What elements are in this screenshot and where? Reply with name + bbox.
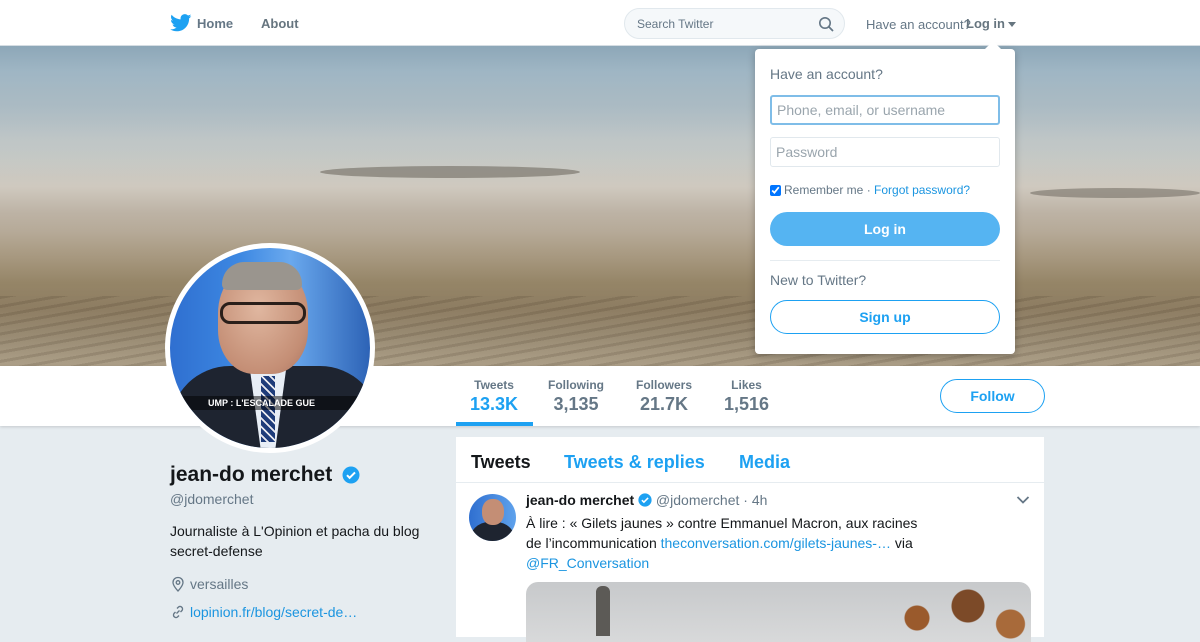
profile-name: jean-do merchet xyxy=(170,463,360,487)
search-icon[interactable] xyxy=(818,16,834,32)
search-input[interactable]: Search Twitter xyxy=(637,17,713,31)
remember-checkbox[interactable] xyxy=(770,185,781,197)
tweet-author-handle[interactable]: @jdomerchet xyxy=(656,492,739,508)
login-dropdown: Have an account? Remember me · Forgot pa… xyxy=(755,41,1015,354)
stat-label: Tweets xyxy=(474,378,514,392)
remember-label[interactable]: Remember me xyxy=(784,183,863,197)
login-toggle-label[interactable]: Log in xyxy=(966,16,1005,31)
location-text: versailles xyxy=(190,576,249,592)
follow-button[interactable]: Follow xyxy=(940,379,1045,413)
stat-value: 13.3K xyxy=(470,394,519,414)
tweet-text: À lire : « Gilets jaunes » contre Emmanu… xyxy=(526,513,926,573)
top-navigation: Home About Search Twitter Have an accoun… xyxy=(0,0,1200,46)
nav-about[interactable]: About xyxy=(261,16,299,31)
timeline: Tweets Tweets & replies Media jean-do me… xyxy=(456,437,1044,642)
signup-button[interactable]: Sign up xyxy=(770,300,1000,334)
tweet-media-image[interactable] xyxy=(526,582,1031,642)
profile-name-text: jean-do merchet xyxy=(170,463,333,486)
banner-rocks xyxy=(320,166,580,178)
stat-value: 3,135 xyxy=(553,394,599,414)
stat-tweets[interactable]: Tweets 13.3K xyxy=(470,378,518,415)
media-tree xyxy=(866,582,1031,642)
caret-down-icon[interactable] xyxy=(1008,22,1016,28)
stat-label: Followers xyxy=(636,378,693,392)
verified-badge-icon xyxy=(638,493,652,507)
login-dropdown-toggle[interactable]: Log in xyxy=(966,16,1016,31)
avatar-hair xyxy=(222,262,302,290)
timeline-tabs: Tweets Tweets & replies Media xyxy=(456,437,1044,483)
banner-sea xyxy=(0,106,1200,176)
search-box[interactable]: Search Twitter xyxy=(624,8,845,39)
tweet-dot: · xyxy=(743,492,748,508)
avatar-caption: UMP : L'ESCALADE GUE xyxy=(170,396,370,410)
tweet-link[interactable]: theconversation.com/gilets-jaunes-… xyxy=(661,535,891,551)
stat-value: 21.7K xyxy=(639,394,689,414)
link-icon xyxy=(172,605,184,619)
stat-followers[interactable]: Followers 21.7K xyxy=(636,378,692,415)
tab-tweets-replies[interactable]: Tweets & replies xyxy=(564,452,705,473)
username-field[interactable] xyxy=(770,95,1000,125)
chevron-down-icon[interactable] xyxy=(1016,495,1030,505)
profile-handle[interactable]: @jdomerchet xyxy=(170,491,253,507)
tab-media[interactable]: Media xyxy=(739,452,790,473)
stat-value: 1,516 xyxy=(724,394,770,414)
profile-bio: Journaliste à L'Opinion et pacha du blog… xyxy=(170,523,420,559)
new-to-twitter-text: New to Twitter? xyxy=(770,272,867,288)
password-field[interactable] xyxy=(770,137,1000,167)
twitter-bird-icon[interactable] xyxy=(170,14,192,32)
media-statue xyxy=(596,586,610,636)
profile-website[interactable]: lopinion.fr/blog/secret-de… xyxy=(170,604,357,620)
banner-rocks-right xyxy=(1030,188,1200,198)
dropdown-divider xyxy=(770,260,1000,261)
separator-dot: · xyxy=(866,183,871,197)
profile-avatar[interactable]: UMP : L'ESCALADE GUE xyxy=(165,243,375,453)
location-pin-icon xyxy=(172,576,184,592)
profile-location: versailles xyxy=(170,576,248,592)
active-stat-indicator xyxy=(456,422,533,426)
remember-row: Remember me · Forgot password? xyxy=(770,183,970,197)
avatar-glasses xyxy=(220,302,306,324)
tweet-header: jean-do merchet @jdomerchet · 4h xyxy=(526,492,767,508)
verified-badge-icon xyxy=(342,466,360,484)
nav-home[interactable]: Home xyxy=(197,16,233,31)
login-button[interactable]: Log in xyxy=(770,212,1000,246)
tweet-avatar-face xyxy=(482,499,504,525)
stat-label: Following xyxy=(548,378,604,392)
tweet-author-name[interactable]: jean-do merchet xyxy=(526,492,634,508)
forgot-password-link[interactable]: Forgot password? xyxy=(874,183,970,197)
website-link[interactable]: lopinion.fr/blog/secret-de… xyxy=(190,604,357,620)
tweet-mention[interactable]: @FR_Conversation xyxy=(526,555,649,571)
login-dropdown-title: Have an account? xyxy=(770,66,883,82)
stat-following[interactable]: Following 3,135 xyxy=(548,378,604,415)
tab-tweets[interactable]: Tweets xyxy=(471,452,531,473)
have-account-text: Have an account? xyxy=(866,17,971,32)
tweet-avatar[interactable] xyxy=(469,494,516,541)
stat-label: Likes xyxy=(731,378,762,392)
stat-likes[interactable]: Likes 1,516 xyxy=(724,378,769,415)
tweet-timestamp[interactable]: 4h xyxy=(752,492,768,508)
tweet-via: via xyxy=(894,535,913,551)
